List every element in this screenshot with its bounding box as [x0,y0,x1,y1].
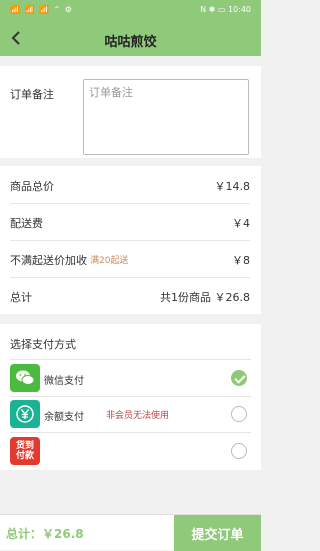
min-surcharge-hint: 满20起送 [90,256,129,266]
order-remark-section: 订单备注 [0,66,261,158]
order-remark-label: 订单备注 [10,88,54,101]
min-surcharge-value: ￥8 [232,254,250,267]
payment-option-name: 余额支付 [44,412,84,423]
total-label: 总计 [10,291,32,304]
order-remark-input[interactable] [83,79,249,155]
unselected-radio-icon[interactable] [231,406,247,422]
delivery-fee-row: 配送费 ￥4 [10,203,250,241]
payment-option-name: 微信支付 [44,376,84,387]
bottom-total: 总计：￥26.8 [6,527,84,541]
page-title: 咕咕煎饺 [104,35,157,50]
status-icons-right: N ✱ ▭ 10:40 [200,5,251,14]
total-row: 总计 共1份商品 ￥26.8 [10,277,250,314]
min-surcharge-label: 不满起送价加收 [10,254,87,267]
payment-option-wechat[interactable]: 微信支付 [0,361,261,395]
total-value: 共1份商品 ￥26.8 [160,291,250,304]
min-surcharge-row: 不满起送价加收 满20起送 ￥8 [10,240,250,278]
unselected-radio-icon[interactable] [231,443,247,459]
goods-total-value: ￥14.8 [214,180,251,193]
delivery-fee-label: 配送费 [10,217,43,230]
status-icons-left: 📶 📶 📶 ⌃ ⚙ [10,5,73,14]
bottom-bar: 总计：￥26.8 提交订单 [0,514,261,551]
goods-total-label: 商品总价 [10,180,54,193]
divider [10,359,251,360]
payment-option-note: 非会员无法使用 [106,411,170,421]
wechat-pay-icon [10,364,40,392]
payment-option-cash-on-delivery[interactable]: 货到 付款 [0,434,261,468]
top-bar: 咕咕煎饺 [0,22,261,56]
status-bar: 📶 📶 📶 ⌃ ⚙ N ✱ ▭ 10:40 [0,0,261,22]
delivery-fee-value: ￥4 [232,217,250,230]
selected-check-icon[interactable] [231,370,247,386]
cash-on-delivery-icon: 货到 付款 [10,437,40,465]
payment-heading: 选择支付方式 [10,338,76,351]
yen-balance-icon [10,400,40,428]
price-summary: 商品总价 ￥14.8 配送费 ￥4 不满起送价加收 满20起送 ￥8 总计 共1… [0,166,261,314]
goods-total-row: 商品总价 ￥14.8 [10,166,250,204]
submit-order-button[interactable]: 提交订单 [174,515,261,551]
payment-method-section: 选择支付方式 微信支付 余额支付 非会员无法使用 货到 付款 [0,324,261,470]
divider [10,432,251,433]
payment-option-balance[interactable]: 余额支付 非会员无法使用 [0,397,261,431]
